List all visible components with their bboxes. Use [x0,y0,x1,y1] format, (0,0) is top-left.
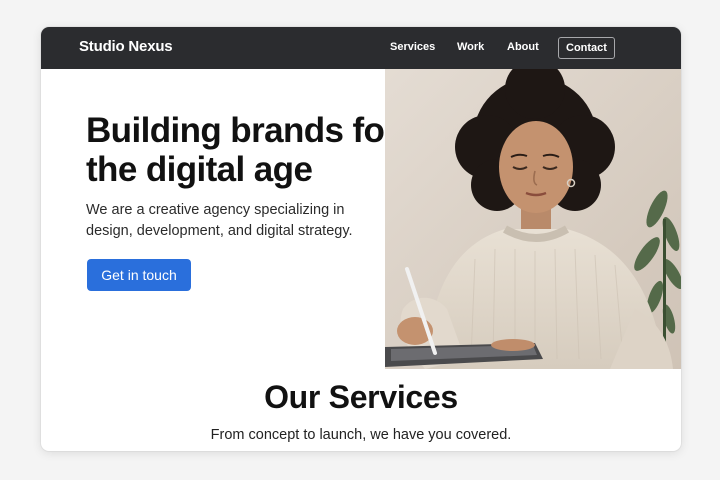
hero-photo [385,69,681,369]
brand-logo[interactable]: Studio Nexus [79,38,173,55]
top-navbar: Studio Nexus Services Work About Contact [41,27,681,69]
browser-window: Studio Nexus Services Work About Contact… [41,27,681,451]
hero-subtitle: We are a creative agency specializing in… [86,202,353,239]
get-in-touch-button[interactable]: Get in touch [87,259,191,291]
services-subtitle: From concept to launch, we have you cove… [210,427,512,443]
nav-link-work[interactable]: Work [457,41,484,53]
hero-title: Building brands for the digital age [86,111,398,189]
hero-photo-illustration [385,69,681,369]
nav-link-services[interactable]: Services [390,41,435,53]
nav-contact-button[interactable]: Contact [558,37,615,59]
nav-link-about[interactable]: About [507,41,539,53]
services-heading: Our Services [264,379,458,415]
